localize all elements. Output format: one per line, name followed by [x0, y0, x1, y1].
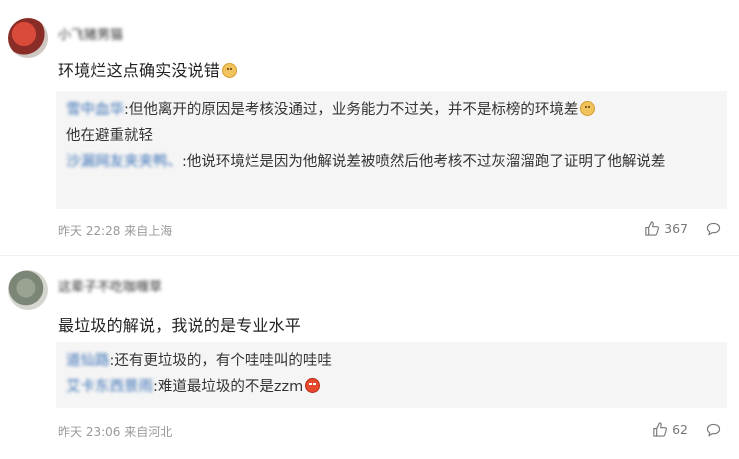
comment-item: 这辈子不吃咖喱草 最垃圾的解说，我说的是专业水平 道仙路:还有更垃圾的，有个哇哇…	[0, 256, 739, 459]
reply-item: 沙漏网友夹夹鸭、:他说环境烂是因为他解说差被喷然后他考核不过灰溜溜跑了证明了他解…	[66, 149, 719, 175]
angry-emoji-icon	[305, 378, 321, 393]
comment-bubble-icon[interactable]	[706, 423, 721, 437]
reply-username[interactable]: 道仙路	[66, 353, 110, 369]
comment-actions: 367	[644, 221, 721, 236]
avatar[interactable]	[8, 270, 48, 310]
avatar[interactable]	[8, 18, 48, 58]
comment-bubble-icon[interactable]	[706, 222, 721, 236]
comment-actions: 62	[652, 422, 721, 437]
thumbs-up-icon[interactable]	[644, 221, 660, 236]
doge-emoji-icon	[222, 63, 238, 78]
thumbs-up-icon[interactable]	[652, 422, 668, 437]
comment-meta: 昨天 23:06 来自河北	[58, 425, 173, 439]
comment-item: 小飞猪男猫 环境烂这点确实没说错 雪中血华:但他离开的原因是考核没通过，业务能力…	[0, 0, 739, 255]
reply-text: :难道最垃圾的不是zzm	[153, 379, 304, 395]
comment-username[interactable]: 小飞猪男猫	[58, 24, 123, 43]
reply-item: 艾卡东西景雨:难道最垃圾的不是zzm	[66, 374, 719, 400]
comment-username[interactable]: 这辈子不吃咖喱草	[58, 276, 162, 295]
reply-item: 道仙路:还有更垃圾的，有个哇哇叫的哇哇	[66, 348, 719, 374]
reply-username[interactable]: 艾卡东西景雨	[66, 379, 153, 395]
like-count: 62	[672, 422, 688, 437]
reply-item: 雪中血华:但他离开的原因是考核没通过，业务能力不过关，并不是标榜的环境差 他在避…	[66, 97, 719, 149]
reply-username[interactable]: 沙漏网友夹夹鸭、	[66, 154, 182, 170]
reply-text-continuation: 他在避重就轻	[66, 128, 153, 144]
reply-box: 雪中血华:但他离开的原因是考核没通过，业务能力不过关，并不是标榜的环境差 他在避…	[56, 91, 727, 209]
reply-text: :他说环境烂是因为他解说差被喷然后他考核不过灰溜溜跑了证明了他解说差	[182, 154, 666, 170]
doge-emoji-icon	[580, 101, 596, 116]
comment-meta: 昨天 22:28 来自上海	[58, 224, 173, 238]
reply-box: 道仙路:还有更垃圾的，有个哇哇叫的哇哇 艾卡东西景雨:难道最垃圾的不是zzm	[56, 342, 727, 408]
like-count: 367	[664, 221, 688, 236]
reply-text: :但他离开的原因是考核没通过，业务能力不过关，并不是标榜的环境差	[124, 102, 579, 118]
comment-text: 最垃圾的解说，我说的是专业水平	[58, 316, 302, 335]
reply-text: :还有更垃圾的，有个哇哇叫的哇哇	[109, 353, 332, 369]
reply-username[interactable]: 雪中血华	[66, 102, 124, 118]
comment-text: 环境烂这点确实没说错	[58, 57, 238, 81]
